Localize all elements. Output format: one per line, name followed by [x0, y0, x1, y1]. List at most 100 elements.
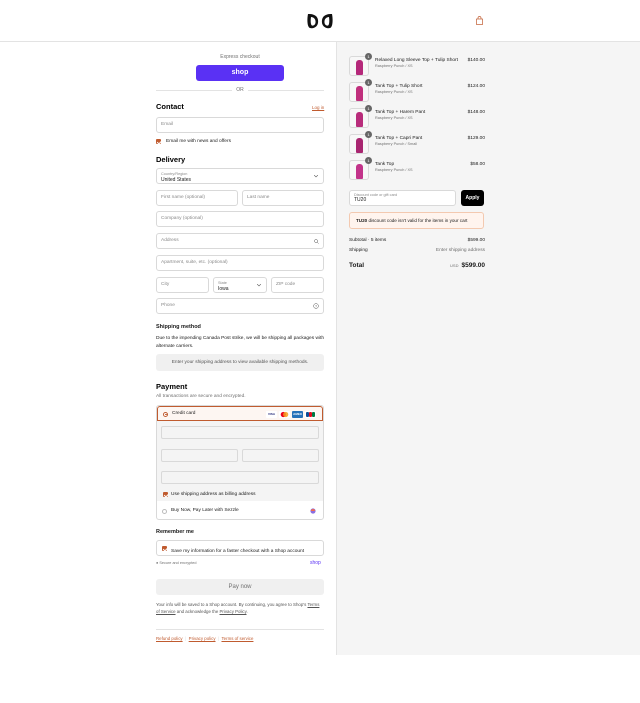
- state-select[interactable]: State Iowa: [213, 277, 267, 293]
- order-item: 1 Tank Top + Harem Pant Raspberry Punch …: [349, 105, 485, 130]
- newsletter-checkbox[interactable]: [156, 139, 161, 144]
- last-name-field[interactable]: Last name: [242, 190, 324, 206]
- delivery-title: Delivery: [156, 155, 186, 164]
- credit-card-radio[interactable]: [163, 411, 168, 417]
- total-value: $599.00: [461, 262, 486, 269]
- help-icon[interactable]: ?: [313, 303, 319, 309]
- product-variant: Raspberry Punch / XS: [375, 116, 413, 120]
- address-placeholder: Address: [161, 238, 179, 243]
- footer-separator: |: [183, 636, 188, 641]
- apartment-field[interactable]: Apartment, suite, etc. (optional): [156, 255, 324, 271]
- chevron-down-icon: [257, 284, 261, 287]
- or-divider: OR: [156, 86, 324, 94]
- save-info-checkbox[interactable]: [162, 546, 167, 551]
- product-variant: Raspberry Punch / XS: [375, 168, 413, 172]
- total-label: Total: [349, 262, 365, 269]
- country-select[interactable]: Country/Region United States: [156, 168, 324, 184]
- product-name: Tank Top + Capri Pant: [375, 136, 423, 141]
- login-link[interactable]: Log in: [312, 105, 324, 110]
- shipping-notice: Due to the impending Canada Post strike,…: [156, 336, 324, 349]
- jcb-icon: [305, 411, 316, 418]
- name-on-card-input[interactable]: [161, 471, 319, 484]
- product-name: Tank Top + Harem Pant: [375, 110, 426, 115]
- company-field[interactable]: Company (optional): [156, 211, 324, 227]
- shipping-method-title: Shipping method: [156, 324, 201, 330]
- shipping-label: Shipping: [349, 248, 368, 253]
- product-image: [356, 86, 363, 101]
- product-variant: Raspberry Punch / XS: [375, 90, 413, 94]
- bag-icon[interactable]: [475, 16, 484, 25]
- product-image: [356, 164, 363, 179]
- quantity-badge: 1: [365, 131, 372, 138]
- payment-methods: Credit card VISA AMEX Use shipping addres…: [156, 405, 324, 520]
- mastercard-icon: [279, 411, 290, 418]
- security-code-input[interactable]: [242, 449, 319, 462]
- order-item: 1 Relaxed Long Sleeve Top + Tulip Short …: [349, 53, 485, 78]
- secure-label: Secure and encrypted: [159, 561, 197, 565]
- product-variant: Raspberry Punch / Small: [375, 142, 417, 146]
- footer-separator: |: [216, 636, 221, 641]
- phone-field[interactable]: Phone ?: [156, 298, 324, 314]
- product-image: [356, 112, 363, 127]
- address-field[interactable]: Address: [156, 233, 324, 249]
- subtotal-label: Subtotal · 5 items: [349, 238, 387, 243]
- refund-policy-link[interactable]: Refund policy: [156, 636, 183, 641]
- or-label: OR: [236, 87, 244, 93]
- privacy-policy-link[interactable]: Privacy policy: [189, 636, 216, 641]
- card-details-form: Use shipping address as billing address: [157, 421, 323, 501]
- secure-note: ● Secure and encrypted: [156, 561, 197, 565]
- discount-code-input[interactable]: Discount code or gift card TU20: [349, 190, 456, 206]
- discount-error-alert: TU20 discount code isn't valid for the i…: [349, 212, 484, 229]
- visa-icon: VISA: [266, 411, 277, 418]
- product-price: $129.00: [467, 136, 485, 141]
- sezzle-option[interactable]: Buy Now, Pay Later with Sezzle: [157, 503, 323, 520]
- phone-placeholder: Phone: [161, 303, 175, 308]
- product-price: $148.00: [467, 110, 485, 115]
- product-name: Tank Top + Tulip Short: [375, 84, 423, 89]
- apply-button[interactable]: Apply: [461, 190, 484, 206]
- product-image: [356, 138, 363, 153]
- chevron-down-icon: [314, 175, 318, 178]
- pay-now-button[interactable]: Pay now: [156, 579, 324, 595]
- card-number-input[interactable]: [161, 426, 319, 439]
- terms-of-service-link[interactable]: Terms of service: [221, 636, 253, 641]
- zip-field[interactable]: ZIP code: [271, 277, 324, 293]
- remember-me-title: Remember me: [156, 529, 194, 535]
- email-field[interactable]: Email: [156, 117, 324, 133]
- billing-address-checkbox[interactable]: [163, 492, 168, 497]
- total-amount: USD $599.00: [450, 262, 485, 269]
- legal-middle: and acknowledge the: [176, 609, 219, 614]
- quantity-badge: 1: [365, 157, 372, 164]
- shop-pay-button[interactable]: shop: [196, 65, 284, 81]
- contact-title: Contact: [156, 102, 184, 111]
- expiration-input[interactable]: [161, 449, 238, 462]
- header: [0, 0, 640, 42]
- newsletter-label: Email me with news and offers: [166, 139, 231, 144]
- product-price: $140.00: [467, 58, 485, 63]
- lock-icon: ●: [156, 561, 159, 565]
- product-name: Tank Top: [375, 162, 395, 167]
- payment-subtitle: All transactions are secure and encrypte…: [156, 394, 246, 399]
- country-value: United States: [161, 177, 192, 183]
- subtotal-value: $599.00: [467, 238, 485, 243]
- product-price: $58.00: [470, 162, 485, 167]
- order-item: 1 Tank Top + Capri Pant Raspberry Punch …: [349, 131, 485, 156]
- privacy-link[interactable]: Privacy Policy: [220, 609, 247, 614]
- product-name: Relaxed Long Sleeve Top + Tulip Short: [375, 58, 458, 63]
- quantity-badge: 1: [365, 105, 372, 112]
- legal-text: Your info will be saved to a Shop accoun…: [156, 601, 324, 615]
- shipping-row: Shipping Enter shipping address: [349, 248, 485, 253]
- alert-text: discount code isn't valid for the items …: [368, 218, 468, 223]
- city-field[interactable]: City: [156, 277, 209, 293]
- remember-me-box: Save my information for a faster checkou…: [156, 540, 324, 556]
- alert-code: TU20: [356, 218, 368, 223]
- sezzle-label: Buy Now, Pay Later with Sezzle: [171, 508, 239, 513]
- first-name-field[interactable]: First name (optional): [156, 190, 238, 206]
- legal-end: .: [246, 609, 248, 614]
- logo-icon[interactable]: [306, 11, 334, 31]
- sezzle-radio[interactable]: [162, 509, 167, 514]
- order-item: 1 Tank Top + Tulip Short Raspberry Punch…: [349, 79, 485, 104]
- save-info-label: Save my information for a faster checkou…: [171, 549, 305, 554]
- credit-card-option[interactable]: Credit card VISA AMEX: [157, 406, 323, 421]
- billing-address-label: Use shipping address as billing address: [171, 492, 256, 497]
